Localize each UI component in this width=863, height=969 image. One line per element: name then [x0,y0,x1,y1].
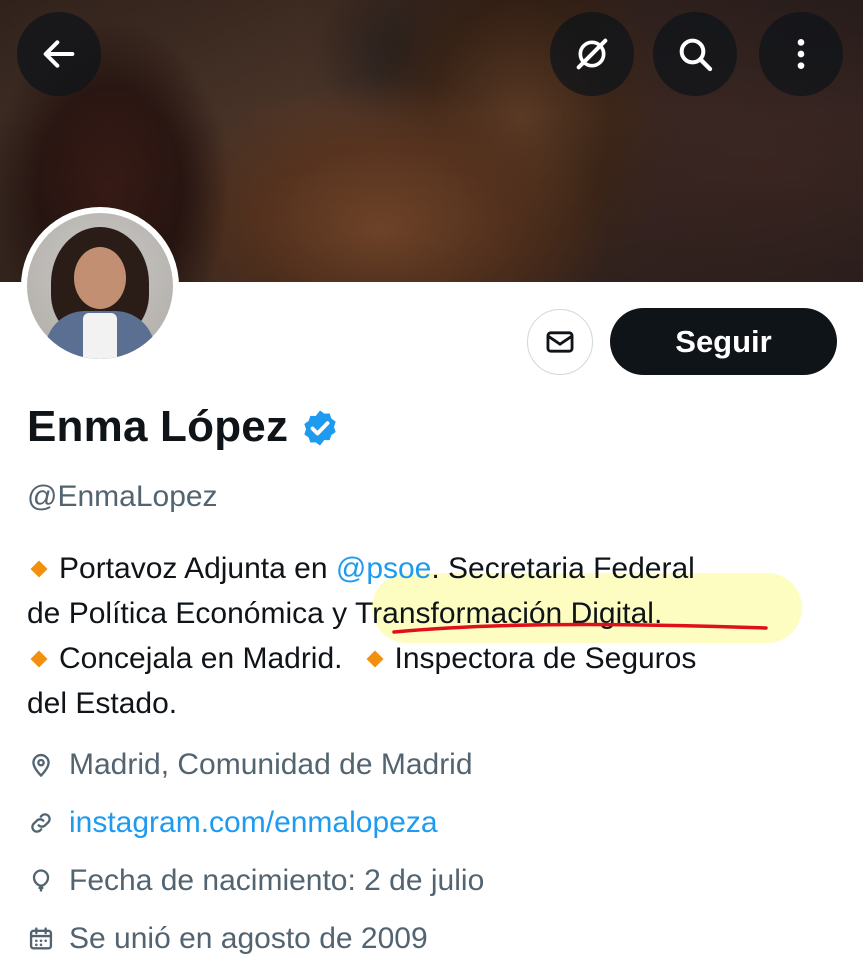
bio-text: Inspectora de Seguros [394,642,697,675]
diamond-bullet-icon [30,650,48,668]
bio-text: . Secretaria Federal [431,552,695,585]
message-button[interactable] [527,309,593,375]
bio-text: de Política Económica y [27,597,355,630]
grok-icon [576,38,608,70]
more-vertical-icon [797,39,805,69]
bio-line: Portavoz Adjunta en @psoe. Secretaria Fe… [27,546,827,591]
bio-text: Concejala en Madrid. [59,642,343,675]
website-row[interactable]: instagram.com/enmalopeza [27,806,438,840]
link-icon [31,813,51,833]
arrow-left-icon [43,40,75,68]
birthday-text: Fecha de nacimiento: 2 de julio [69,864,485,897]
mention-link[interactable]: @psoe [336,552,432,585]
bio-text: Portavoz Adjunta en [59,552,336,585]
website-link[interactable]: instagram.com/enmalopeza [69,806,438,840]
avatar[interactable] [21,207,179,365]
avatar-photo [27,213,173,359]
location-row: Madrid, Comunidad de Madrid [27,748,473,782]
diamond-bullet-icon [30,560,48,578]
search-icon [679,38,713,72]
bio-line: Concejala en Madrid. Inspectora de Seguro… [27,636,827,681]
location-text: Madrid, Comunidad de Madrid [69,748,473,781]
profile-handle: @EnmaLopez [27,480,218,513]
more-button[interactable] [759,12,843,96]
profile-name: Enma López [27,402,289,451]
back-button[interactable] [17,12,101,96]
location-pin-icon [32,753,50,778]
calendar-icon [29,927,53,950]
birthday-row: Fecha de nacimiento: 2 de julio [27,864,484,898]
follow-button[interactable]: Seguir [610,308,837,375]
grok-button[interactable] [550,12,634,96]
envelope-icon [546,331,574,353]
joined-row: Se unió en agosto de 2009 [27,922,428,956]
profile-name-row: Enma López [27,402,340,452]
red-underline-annotation [392,622,768,634]
balloon-icon [32,869,50,892]
joined-text: Se unió en agosto de 2009 [69,922,428,955]
diamond-bullet-icon [366,650,383,668]
search-button[interactable] [653,12,737,96]
bio-line: del Estado. [27,687,178,720]
verified-badge-icon[interactable] [300,408,340,448]
